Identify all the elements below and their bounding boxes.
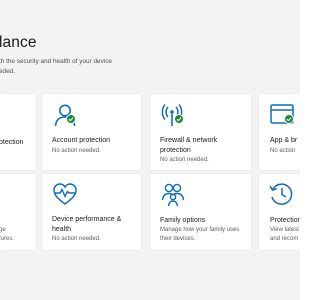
card-title: Account protection	[52, 137, 110, 144]
card-status: View latest and recom	[270, 227, 299, 242]
card-title: Firewall & network protection	[160, 137, 218, 154]
card-virus-threat-protection[interactable]: otection	[0, 94, 36, 170]
card-title: Protection	[270, 217, 300, 224]
card-status: No action needed.	[52, 148, 101, 154]
security-at-a-glance-page: lance th the security and health of your…	[0, 0, 300, 300]
heart-pulse-icon	[52, 181, 78, 207]
page-title: lance	[0, 34, 37, 51]
card-status: Manage how your family uses their device…	[160, 227, 240, 242]
card-status: No action	[270, 148, 296, 154]
card-title: App & br	[270, 137, 298, 144]
page-description: th the security and health of your devic…	[0, 58, 112, 75]
card-title: Family options	[160, 217, 206, 224]
card-firewall-network-protection[interactable]: Firewall & network protection No action …	[150, 94, 251, 170]
card-status: No action needed.	[52, 236, 101, 242]
card-title: otection	[0, 139, 24, 146]
card-family-options[interactable]: Family options Manage how your family us…	[150, 174, 251, 250]
card-app-browser-control[interactable]: App & br No action	[259, 94, 300, 170]
checkmark-icon	[174, 114, 184, 124]
card-status: ge fures.	[0, 227, 15, 242]
card-protection-history[interactable]: Protection View latest and recom	[259, 174, 300, 250]
checkmark-icon	[284, 114, 294, 124]
card-device-security[interactable]: ge fures.	[0, 174, 36, 250]
card-status: No action needed.	[160, 157, 209, 163]
checkmark-icon	[66, 114, 76, 124]
card-device-performance-health[interactable]: Device performance & health No action ne…	[42, 174, 141, 250]
card-title: Device performance & health	[52, 216, 122, 233]
people-group-icon	[160, 181, 186, 207]
card-account-protection[interactable]: Account protection No action needed.	[42, 94, 141, 170]
history-clock-icon	[268, 181, 294, 207]
